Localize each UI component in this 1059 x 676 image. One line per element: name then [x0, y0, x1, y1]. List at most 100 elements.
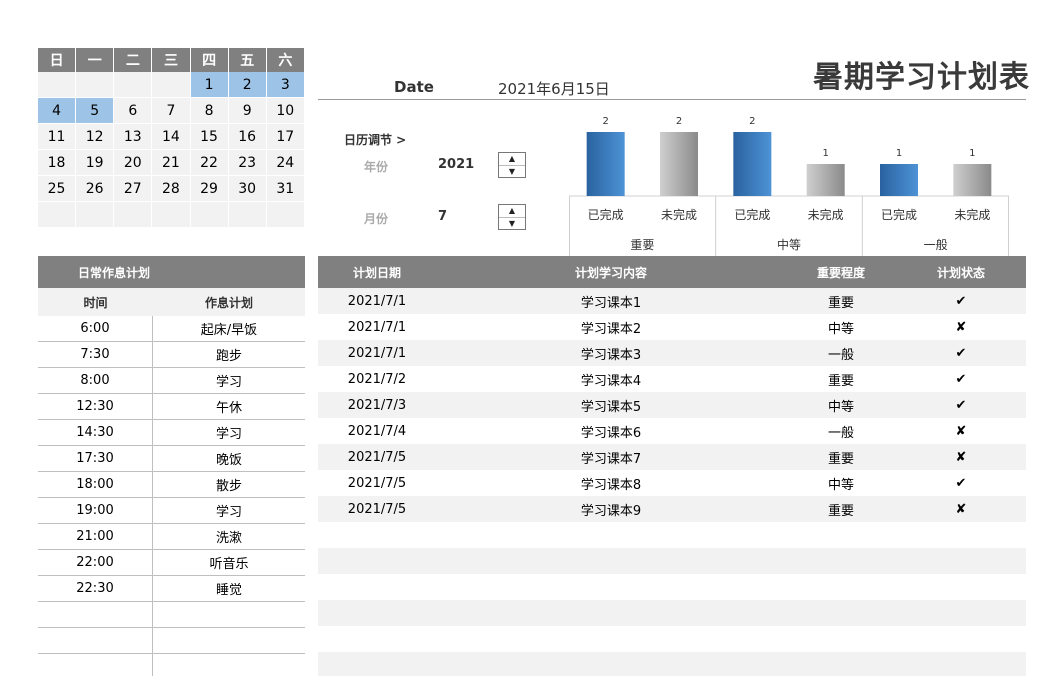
calendar-day[interactable] — [190, 202, 229, 228]
plan-importance-cell[interactable]: 中等 — [786, 314, 896, 340]
calendar-day[interactable]: 31 — [266, 176, 305, 202]
calendar-day[interactable] — [76, 72, 115, 98]
calendar-day[interactable] — [38, 72, 77, 98]
calendar-day[interactable]: 26 — [76, 176, 115, 202]
plan-content-cell[interactable]: 学习课本3 — [436, 340, 786, 366]
calendar-day[interactable]: 12 — [76, 124, 115, 150]
plan-importance-cell[interactable]: 重要 — [786, 444, 896, 470]
date-value[interactable]: 2021年6月15日 — [498, 78, 610, 99]
plan-status-cell[interactable] — [896, 652, 1026, 676]
calendar-day[interactable]: 7 — [152, 98, 191, 124]
plan-importance-cell[interactable]: 重要 — [786, 288, 896, 314]
calendar-day[interactable]: 29 — [190, 176, 229, 202]
plan-status-cell[interactable]: ✔ — [896, 470, 1026, 496]
calendar-day[interactable]: 3 — [266, 72, 305, 98]
month-up-arrow-icon[interactable]: ▲ — [499, 205, 525, 218]
month-down-arrow-icon[interactable]: ▼ — [499, 218, 525, 230]
calendar-day[interactable]: 16 — [228, 124, 267, 150]
plan-status-cell[interactable] — [896, 574, 1026, 600]
daily-plan-cell[interactable] — [153, 602, 305, 627]
plan-date-cell[interactable]: 2021/7/2 — [318, 366, 436, 392]
plan-content-cell[interactable] — [436, 626, 786, 652]
daily-plan-cell[interactable] — [153, 628, 305, 653]
year-spinner[interactable]: ▲ ▼ — [498, 152, 526, 178]
calendar-day[interactable]: 25 — [38, 176, 77, 202]
plan-content-cell[interactable]: 学习课本7 — [436, 444, 786, 470]
calendar-day[interactable]: 24 — [266, 150, 305, 176]
plan-date-cell[interactable] — [318, 522, 436, 548]
daily-time-cell[interactable]: 21:00 — [38, 524, 153, 549]
plan-status-cell[interactable]: ✔ — [896, 392, 1026, 418]
calendar-day[interactable]: 10 — [266, 98, 305, 124]
calendar-day[interactable]: 14 — [152, 124, 191, 150]
plan-date-cell[interactable] — [318, 574, 436, 600]
calendar-day[interactable] — [114, 72, 153, 98]
calendar-day[interactable] — [114, 202, 153, 228]
calendar-day[interactable]: 1 — [190, 72, 229, 98]
plan-importance-cell[interactable] — [786, 626, 896, 652]
plan-date-cell[interactable]: 2021/7/5 — [318, 470, 436, 496]
plan-importance-cell[interactable]: 中等 — [786, 470, 896, 496]
plan-date-cell[interactable]: 2021/7/4 — [318, 418, 436, 444]
daily-plan-cell[interactable] — [153, 654, 305, 676]
plan-status-cell[interactable] — [896, 600, 1026, 626]
plan-date-cell[interactable] — [318, 600, 436, 626]
calendar-day[interactable]: 9 — [228, 98, 267, 124]
plan-date-cell[interactable]: 2021/7/5 — [318, 496, 436, 522]
plan-status-cell[interactable]: ✘ — [896, 496, 1026, 522]
plan-content-cell[interactable] — [436, 600, 786, 626]
calendar-day[interactable]: 2 — [228, 72, 267, 98]
plan-date-cell[interactable] — [318, 548, 436, 574]
calendar-day[interactable]: 11 — [38, 124, 77, 150]
calendar-day[interactable]: 18 — [38, 150, 77, 176]
plan-content-cell[interactable] — [436, 522, 786, 548]
daily-time-cell[interactable]: 14:30 — [38, 420, 153, 445]
plan-content-cell[interactable] — [436, 548, 786, 574]
calendar-day[interactable] — [228, 202, 267, 228]
daily-time-cell[interactable]: 19:00 — [38, 498, 153, 523]
plan-content-cell[interactable]: 学习课本8 — [436, 470, 786, 496]
plan-status-cell[interactable]: ✘ — [896, 444, 1026, 470]
plan-content-cell[interactable]: 学习课本4 — [436, 366, 786, 392]
year-down-arrow-icon[interactable]: ▼ — [499, 166, 525, 178]
calendar-day[interactable] — [152, 72, 191, 98]
month-value[interactable]: 7 — [438, 209, 447, 224]
calendar-day[interactable] — [266, 202, 305, 228]
calendar-day[interactable]: 23 — [228, 150, 267, 176]
month-spinner[interactable]: ▲ ▼ — [498, 204, 526, 230]
plan-importance-cell[interactable]: 一般 — [786, 340, 896, 366]
plan-status-cell[interactable]: ✘ — [896, 314, 1026, 340]
daily-time-cell[interactable]: 12:30 — [38, 394, 153, 419]
daily-plan-cell[interactable]: 跑步 — [153, 342, 305, 367]
calendar-day[interactable]: 19 — [76, 150, 115, 176]
plan-date-cell[interactable]: 2021/7/5 — [318, 444, 436, 470]
plan-content-cell[interactable]: 学习课本1 — [436, 288, 786, 314]
daily-time-cell[interactable]: 6:00 — [38, 316, 153, 341]
daily-time-cell[interactable]: 8:00 — [38, 368, 153, 393]
calendar-day[interactable]: 27 — [114, 176, 153, 202]
calendar-day[interactable]: 30 — [228, 176, 267, 202]
plan-date-cell[interactable] — [318, 652, 436, 676]
daily-time-cell[interactable]: 22:30 — [38, 576, 153, 601]
plan-date-cell[interactable] — [318, 626, 436, 652]
plan-status-cell[interactable] — [896, 548, 1026, 574]
daily-time-cell[interactable]: 17:30 — [38, 446, 153, 471]
plan-status-cell[interactable]: ✘ — [896, 418, 1026, 444]
daily-plan-cell[interactable]: 起床/早饭 — [153, 316, 305, 341]
plan-status-cell[interactable]: ✔ — [896, 340, 1026, 366]
plan-importance-cell[interactable] — [786, 652, 896, 676]
calendar-day[interactable] — [38, 202, 77, 228]
daily-plan-cell[interactable]: 睡觉 — [153, 576, 305, 601]
plan-importance-cell[interactable] — [786, 600, 896, 626]
daily-time-cell[interactable] — [38, 602, 153, 627]
plan-importance-cell[interactable]: 一般 — [786, 418, 896, 444]
calendar-day[interactable]: 22 — [190, 150, 229, 176]
plan-content-cell[interactable] — [436, 652, 786, 676]
plan-date-cell[interactable]: 2021/7/1 — [318, 340, 436, 366]
plan-status-cell[interactable] — [896, 522, 1026, 548]
calendar-day[interactable]: 4 — [38, 98, 77, 124]
daily-plan-cell[interactable]: 散步 — [153, 472, 305, 497]
calendar-day[interactable]: 8 — [190, 98, 229, 124]
daily-plan-cell[interactable]: 听音乐 — [153, 550, 305, 575]
plan-date-cell[interactable]: 2021/7/3 — [318, 392, 436, 418]
